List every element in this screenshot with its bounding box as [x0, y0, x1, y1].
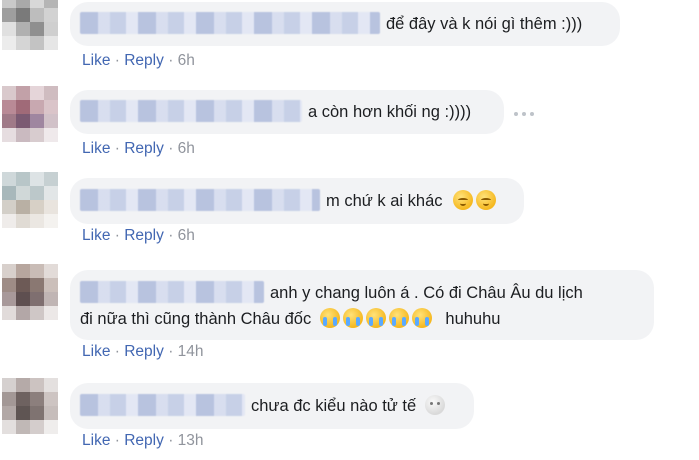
comment-actions: Like · Reply · 6h [82, 140, 195, 158]
like-link[interactable]: Like [82, 343, 110, 360]
commenter-name-blurred[interactable] [80, 100, 302, 122]
reply-link[interactable]: Reply [124, 432, 164, 449]
comment-actions: Like · Reply · 6h [82, 227, 195, 245]
timestamp[interactable]: 6h [178, 140, 195, 157]
reply-link[interactable]: Reply [124, 343, 164, 360]
comment-text-line-1: anh y chang luôn á . Có đi Châu Âu du lị… [270, 284, 583, 302]
separator-dot: · [114, 432, 120, 449]
loudly-crying-face-emoji [411, 308, 432, 328]
comment-bubble: m chứ k ai khác [70, 178, 524, 224]
timestamp[interactable]: 13h [178, 432, 204, 449]
commenter-name-blurred[interactable] [80, 189, 320, 211]
reply-link[interactable]: Reply [124, 52, 164, 69]
separator-dot: · [168, 227, 174, 244]
comment-actions: Like · Reply · 14h [82, 343, 204, 361]
comment-bubble: anh y chang luôn á . Có đi Châu Âu du lị… [70, 270, 654, 340]
separator-dot: · [114, 227, 120, 244]
like-link[interactable]: Like [82, 140, 110, 157]
loudly-crying-face-emoji [319, 308, 340, 328]
comment-actions: Like · Reply · 6h [82, 52, 195, 70]
separator-dot: · [168, 343, 174, 360]
full-moon-face-emoji [424, 395, 445, 415]
timestamp[interactable]: 14h [178, 343, 204, 360]
avatar[interactable] [2, 264, 58, 320]
avatar[interactable] [2, 0, 58, 50]
like-link[interactable]: Like [82, 227, 110, 244]
like-link[interactable]: Like [82, 52, 110, 69]
like-link[interactable]: Like [82, 432, 110, 449]
comment-text: chưa đc kiểu nào tử tế [251, 397, 417, 415]
comment-text-suffix: huhuhu [445, 310, 501, 328]
separator-dot: · [168, 432, 174, 449]
reply-link[interactable]: Reply [124, 227, 164, 244]
relieved-face-emoji [476, 190, 497, 210]
more-options-icon[interactable] [514, 112, 534, 118]
loudly-crying-face-emoji [365, 308, 386, 328]
separator-dot: · [114, 140, 120, 157]
separator-dot: · [114, 343, 120, 360]
comment-bubble: để đây và k nói gì thêm :))) [70, 2, 620, 46]
separator-dot: · [168, 52, 174, 69]
comment-bubble: a còn hơn khối ng :)))) [70, 90, 504, 134]
timestamp[interactable]: 6h [178, 227, 195, 244]
commenter-name-blurred[interactable] [80, 394, 245, 416]
avatar[interactable] [2, 378, 58, 434]
reply-link[interactable]: Reply [124, 140, 164, 157]
comment-text: m chứ k ai khác [326, 192, 443, 210]
comment-bubble: chưa đc kiểu nào tử tế [70, 383, 474, 429]
avatar[interactable] [2, 86, 58, 142]
relieved-face-emoji [453, 190, 474, 210]
timestamp[interactable]: 6h [178, 52, 195, 69]
comment-actions: Like · Reply · 13h [82, 432, 204, 450]
avatar[interactable] [2, 172, 58, 228]
loudly-crying-face-emoji [342, 308, 363, 328]
comment-text: a còn hơn khối ng :)))) [308, 103, 472, 121]
commenter-name-blurred[interactable] [80, 281, 264, 303]
loudly-crying-face-emoji [388, 308, 409, 328]
commenter-name-blurred[interactable] [80, 12, 380, 34]
comment-text-line-2: đi nữa thì cũng thành Châu đốc [80, 310, 312, 328]
comment-text: để đây và k nói gì thêm :))) [386, 15, 583, 33]
separator-dot: · [168, 140, 174, 157]
separator-dot: · [114, 52, 120, 69]
